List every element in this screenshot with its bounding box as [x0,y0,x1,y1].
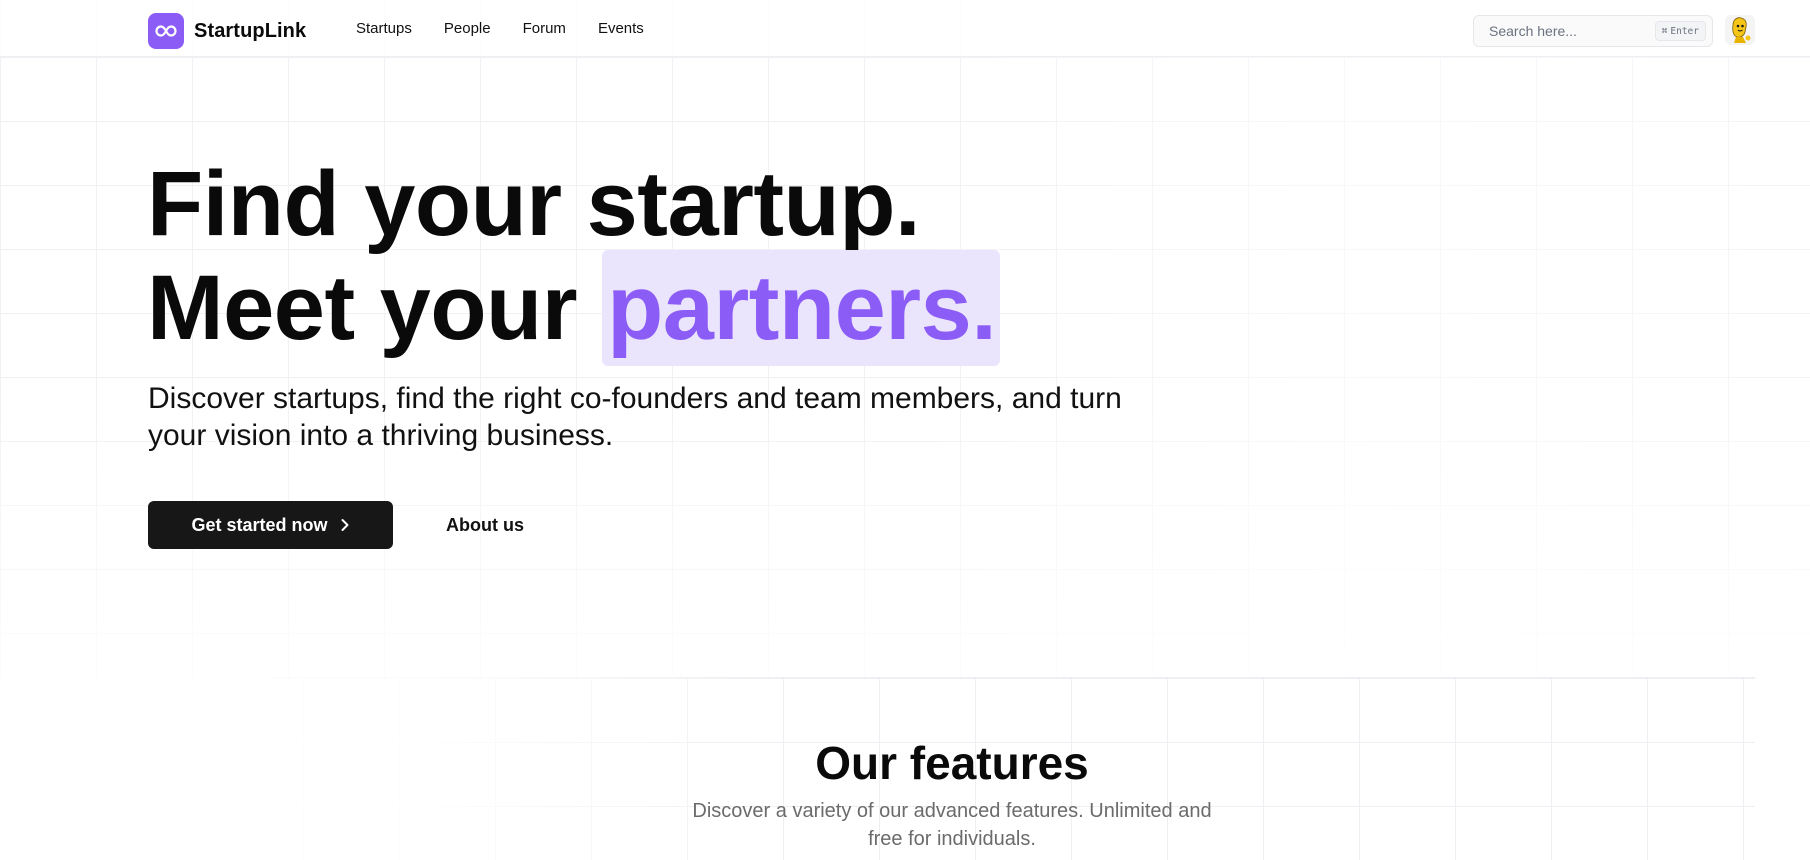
hero-line-2: Meet your partners. [147,250,1001,366]
top-navbar: StartupLink Startups People Forum Events… [0,0,1810,57]
landing-page: StartupLink Startups People Forum Events… [0,0,1810,860]
hero-headline: Find your startup. Meet your partners. [147,153,1001,366]
hero-highlight-word: partners. [602,250,1001,366]
brand-name: StartupLink [194,19,307,42]
features-subtitle: Discover a variety of our advanced featu… [692,800,1212,850]
main-nav: Startups People Forum Events [356,0,644,57]
shortcut-key-label: Enter [1670,25,1699,37]
nav-events[interactable]: Events [598,20,644,37]
nav-startups[interactable]: Startups [356,20,412,37]
hero-line-2-prefix: Meet your [147,257,603,359]
search-input[interactable] [1489,23,1649,39]
shortcut-hint: ⌘ Enter [1654,21,1706,41]
command-key-icon: ⌘ [1661,25,1668,37]
chevron-right-icon [341,519,349,531]
nav-people[interactable]: People [444,20,491,37]
hero-subtitle: Discover startups, find the right co-fou… [148,382,1122,452]
get-started-label: Get started now [191,514,328,535]
nav-forum[interactable]: Forum [523,20,566,37]
brand-logo-link[interactable]: StartupLink [148,13,306,49]
features-title: Our features [815,737,1089,789]
about-us-link[interactable]: About us [430,501,540,549]
search-box[interactable]: ⌘ Enter [1473,15,1713,47]
get-started-button[interactable]: Get started now [148,501,393,549]
infinity-icon [148,13,184,49]
hero-line-1: Find your startup. [147,153,921,255]
user-avatar[interactable] [1725,15,1755,45]
cartoon-avatar-icon [1732,17,1751,43]
